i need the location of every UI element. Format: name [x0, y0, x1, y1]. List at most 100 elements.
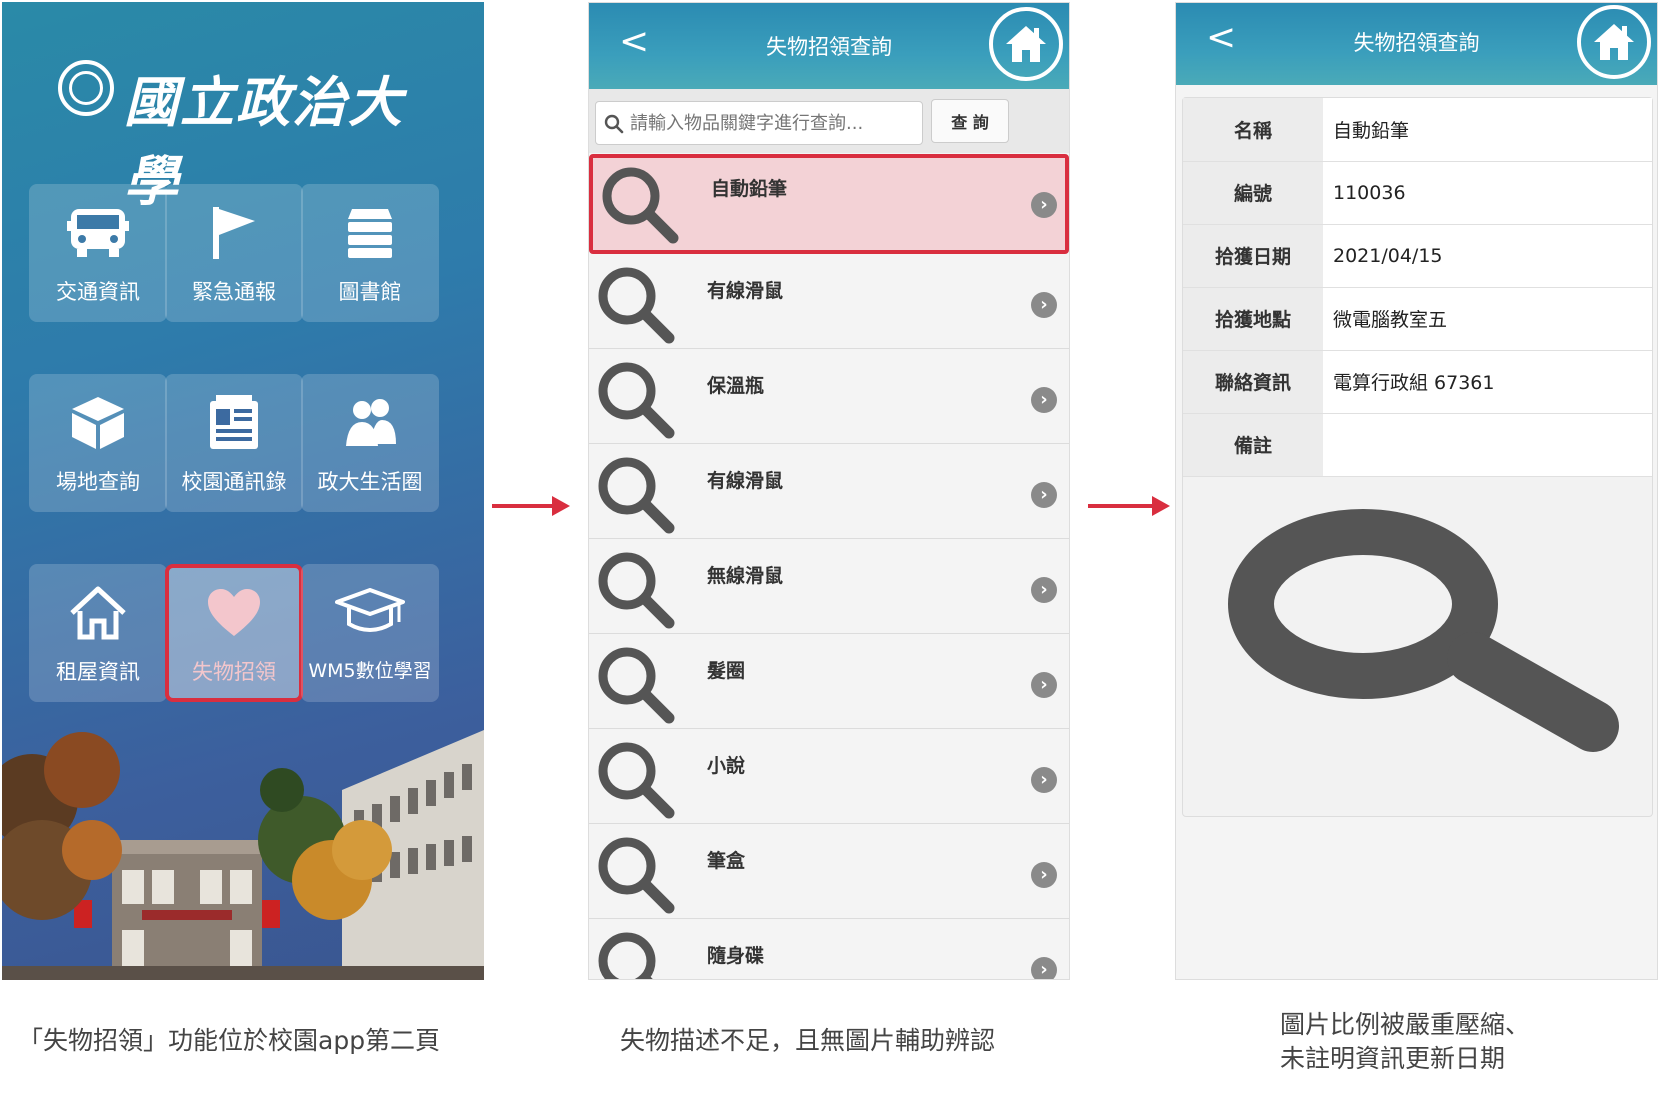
item-info-table: 名稱 自動鉛筆 編號 110036 拾獲日期 2021/04/15 拾獲地點 微電腦教室… [1183, 98, 1652, 477]
field-value [1323, 413, 1652, 477]
field-key: 聯絡資訊 [1183, 350, 1323, 414]
list-item[interactable]: 小說 › [589, 729, 1069, 824]
seal-icon [58, 60, 114, 116]
chevron-right-icon: › [1031, 292, 1057, 318]
field-key: 編號 [1183, 161, 1323, 225]
item-name: 保溫瓶 [707, 375, 765, 397]
field-key: 名稱 [1183, 98, 1323, 162]
magnifier-icon [598, 932, 656, 979]
list-item[interactable]: 自動鉛筆 › [589, 154, 1069, 254]
search-button[interactable]: 查 詢 [931, 99, 1009, 143]
chevron-right-icon: › [1031, 862, 1057, 888]
table-row: 名稱 自動鉛筆 [1183, 98, 1652, 162]
chevron-right-icon: › [1031, 192, 1057, 218]
tile-venue[interactable]: 場地查詢 [29, 374, 167, 512]
app-header: < 失物招領查詢 [1176, 3, 1657, 85]
home-icon [1006, 26, 1046, 62]
tile-lost-found[interactable]: 失物招領 [165, 564, 303, 702]
search-input[interactable] [630, 102, 918, 144]
tile-emergency[interactable]: 緊急通報 [165, 184, 303, 322]
tile-housing[interactable]: 租屋資訊 [29, 564, 167, 702]
field-key: 備註 [1183, 413, 1323, 477]
magnifier-icon [598, 457, 675, 534]
chevron-right-icon: › [1031, 957, 1057, 979]
home-icon [1594, 24, 1634, 60]
people-icon [301, 392, 439, 454]
lost-found-list-screen: < 失物招領查詢 查 詢 自動鉛筆 › 有線滑鼠 › 保溫瓶 › [588, 2, 1070, 980]
caption-3-line-2: 未註明資訊更新日期 [1280, 1044, 1506, 1073]
tile-label: 場地查詢 [56, 470, 140, 494]
tile-life-circle[interactable]: 政大生活圈 [301, 374, 439, 512]
magnifier-icon [598, 267, 675, 344]
app-header: < 失物招領查詢 [589, 3, 1069, 89]
caption-1: 「失物招領」功能位於校園app第二頁 [18, 1026, 441, 1055]
home-screen: 國立政治大學 交通資訊 緊急通報 圖書館 場地查詢 校園通訊錄 政大生活圈 租屋… [2, 2, 484, 980]
item-name: 有線滑鼠 [707, 470, 784, 492]
lost-item-detail-screen: < 失物招領查詢 名稱 自動鉛筆 編號 110036 拾獲日期 2021/04/15 … [1175, 2, 1658, 980]
field-value: 110036 [1323, 161, 1652, 225]
field-value: 2021/04/15 [1323, 224, 1652, 288]
field-value: 微電腦教室五 [1323, 287, 1652, 351]
bus-icon [29, 202, 167, 264]
table-row: 拾獲日期 2021/04/15 [1183, 224, 1652, 288]
flow-arrow-2 [1088, 496, 1170, 516]
item-name: 筆盒 [707, 850, 746, 872]
list-item[interactable]: 筆盒 › [589, 824, 1069, 919]
search-field [595, 101, 923, 145]
tile-label: 校園通訊錄 [181, 470, 287, 494]
home-button[interactable] [1577, 5, 1651, 79]
graduation-cap-icon [301, 582, 439, 644]
flow-arrow-1 [492, 496, 570, 516]
list-item[interactable]: 有線滑鼠 › [589, 254, 1069, 349]
caption-2: 失物描述不足，且無圖片輔助辨認 [620, 1026, 996, 1055]
chevron-right-icon: › [1031, 577, 1057, 603]
tile-e-learning[interactable]: WM5數位學習 [301, 564, 439, 702]
tile-label: 政大生活圈 [317, 470, 423, 494]
tile-transport[interactable]: 交通資訊 [29, 184, 167, 322]
home-button[interactable] [989, 7, 1063, 81]
tile-label: 圖書館 [338, 280, 402, 304]
field-value: 電算行政組 67361 [1323, 350, 1652, 414]
search-bar: 查 詢 [589, 89, 1069, 153]
chevron-right-icon: › [1031, 482, 1057, 508]
item-name: 小說 [707, 755, 746, 777]
list-item[interactable]: 有線滑鼠 › [589, 444, 1069, 539]
item-name: 髮圈 [707, 660, 746, 682]
university-logo: 國立政治大學 [58, 52, 438, 213]
item-name: 自動鉛筆 [711, 178, 788, 200]
list-item[interactable]: 髮圈 › [589, 634, 1069, 729]
item-detail-card: 名稱 自動鉛筆 編號 110036 拾獲日期 2021/04/15 拾獲地點 微電腦教室… [1182, 97, 1653, 817]
table-row: 編號 110036 [1183, 161, 1652, 225]
tile-label: 緊急通報 [192, 280, 276, 304]
magnifier-icon [598, 742, 675, 819]
list-item[interactable]: 保溫瓶 › [589, 349, 1069, 444]
magnifier-icon [598, 362, 675, 439]
magnifier-icon [602, 167, 679, 244]
tile-label: 失物招領 [192, 660, 276, 684]
list-item[interactable]: 無線滑鼠 › [589, 539, 1069, 634]
chevron-right-icon: › [1031, 767, 1057, 793]
table-row: 拾獲地點 微電腦教室五 [1183, 287, 1652, 351]
field-value: 自動鉛筆 [1323, 98, 1652, 162]
tile-label: 租屋資訊 [56, 660, 140, 684]
list-item[interactable]: 隨身碟 › [589, 919, 1069, 979]
table-row: 備註 [1183, 413, 1652, 477]
lost-item-list: 自動鉛筆 › 有線滑鼠 › 保溫瓶 › 有線滑鼠 › 無線滑鼠 › 髮圈 › 小… [589, 154, 1069, 979]
house-icon [29, 582, 167, 644]
contacts-icon [165, 392, 303, 454]
campus-photo [2, 730, 484, 980]
tile-directory[interactable]: 校園通訊錄 [165, 374, 303, 512]
tile-label: WM5數位學習 [308, 660, 432, 682]
tile-library[interactable]: 圖書館 [301, 184, 439, 322]
item-name: 無線滑鼠 [707, 565, 784, 587]
item-name: 隨身碟 [707, 945, 765, 967]
tile-label: 交通資訊 [56, 280, 140, 304]
table-row: 聯絡資訊 電算行政組 67361 [1183, 350, 1652, 414]
field-key: 拾獲日期 [1183, 224, 1323, 288]
magnifier-icon [598, 552, 675, 629]
field-key: 拾獲地點 [1183, 287, 1323, 351]
item-photo-magnifier-icon [1228, 509, 1619, 752]
library-icon [301, 202, 439, 264]
magnifier-icon [598, 647, 675, 724]
magnifier-icon [598, 837, 675, 914]
